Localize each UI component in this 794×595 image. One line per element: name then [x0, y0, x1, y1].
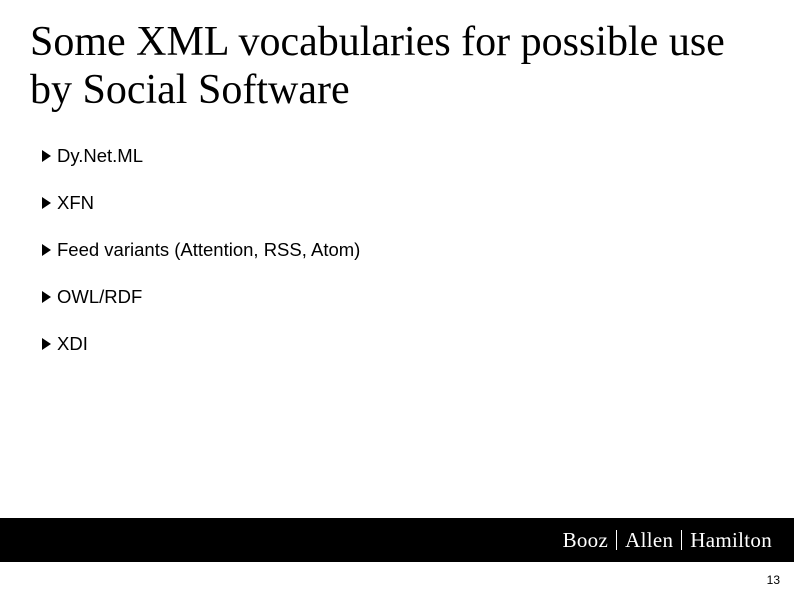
bullet-text: Dy.Net.ML [57, 145, 143, 167]
bullet-text: Feed variants (Attention, RSS, Atom) [57, 239, 360, 261]
list-item: Dy.Net.ML [42, 145, 794, 167]
separator-icon [616, 530, 617, 550]
list-item: Feed variants (Attention, RSS, Atom) [42, 239, 794, 261]
bullet-text: XFN [57, 192, 94, 214]
bullet-text: XDI [57, 333, 88, 355]
list-item: XFN [42, 192, 794, 214]
page-number: 13 [767, 573, 780, 587]
footer-bar: Booz Allen Hamilton [0, 518, 794, 562]
list-item: XDI [42, 333, 794, 355]
footer-logo: Booz Allen Hamilton [563, 528, 772, 553]
slide-title: Some XML vocabularies for possible use b… [0, 0, 794, 115]
bullet-icon [42, 244, 51, 256]
bullet-icon [42, 291, 51, 303]
logo-part: Allen [625, 528, 673, 553]
logo-part: Hamilton [690, 528, 772, 553]
bullet-list: Dy.Net.ML XFN Feed variants (Attention, … [0, 115, 794, 355]
separator-icon [681, 530, 682, 550]
logo-part: Booz [563, 528, 609, 553]
bullet-icon [42, 338, 51, 350]
slide: Some XML vocabularies for possible use b… [0, 0, 794, 595]
bullet-text: OWL/RDF [57, 286, 142, 308]
list-item: OWL/RDF [42, 286, 794, 308]
bullet-icon [42, 150, 51, 162]
bullet-icon [42, 197, 51, 209]
